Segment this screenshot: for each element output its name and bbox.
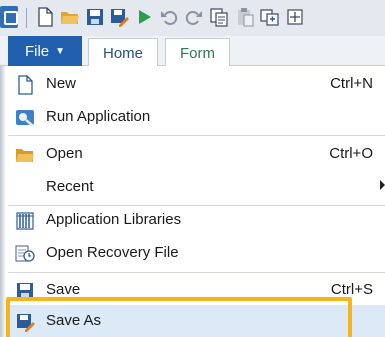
menu-item-open-recovery-file[interactable]: Open Recovery File [8, 237, 385, 269]
more-icon [287, 9, 303, 25]
app-icon[interactable] [0, 6, 18, 28]
document-icon [38, 7, 53, 27]
copy-icon [210, 8, 228, 27]
menu-item-application-libraries[interactable]: Application Libraries [8, 204, 385, 236]
undo-icon [161, 11, 178, 25]
menu-item-new[interactable]: New Ctrl+N [8, 68, 385, 100]
folder-open-icon [14, 144, 36, 166]
libraries-icon [14, 210, 36, 232]
menu-item-run-application[interactable]: Run Application [8, 101, 385, 133]
redo-button[interactable] [183, 6, 205, 28]
run-button[interactable] [133, 6, 155, 28]
redo-icon [185, 11, 202, 25]
new-document-icon [14, 74, 36, 96]
menu-separator [8, 135, 385, 136]
menu-item-recent[interactable]: Recent [8, 171, 385, 203]
new-document-button[interactable] [34, 6, 56, 28]
run-application-icon [14, 107, 36, 129]
undo-button[interactable] [158, 6, 180, 28]
file-tab[interactable]: File ▼ [8, 36, 82, 66]
menu-item-label: Run Application [46, 108, 151, 125]
save-as-icon [14, 311, 36, 333]
file-tab-label: File [24, 42, 50, 60]
menu-separator [8, 272, 385, 273]
menu-item-shortcut: Ctrl+N [330, 75, 373, 92]
toolbar-separator [26, 8, 27, 28]
save-button[interactable] [84, 6, 106, 28]
copy-button[interactable] [208, 6, 230, 28]
menu-item-save[interactable]: Save Ctrl+S [8, 274, 385, 306]
tab-form[interactable]: Form [165, 38, 230, 67]
duplicate-button[interactable] [259, 6, 281, 28]
menu-item-label: Save As [46, 312, 102, 329]
save-icon [14, 280, 36, 302]
menu-item-save-as[interactable]: Save As [8, 305, 385, 337]
save-as-icon [111, 9, 129, 27]
menu-item-open[interactable]: Open Ctrl+O [8, 138, 385, 170]
duplicate-icon [260, 9, 279, 26]
recovery-file-icon [14, 243, 36, 265]
folder-icon [61, 12, 79, 24]
menu-item-label: Application Libraries [46, 211, 182, 228]
chevron-down-icon: ▼ [55, 45, 66, 57]
save-as-button[interactable] [108, 6, 130, 28]
more-button[interactable] [284, 6, 306, 28]
menu-item-shortcut: Ctrl+S [330, 281, 373, 298]
menu-item-label: New [46, 75, 77, 92]
menu-item-label: Save [46, 281, 81, 298]
open-button[interactable] [59, 6, 81, 28]
play-icon [139, 10, 151, 24]
menu-item-label: Open [46, 145, 83, 162]
quick-access-toolbar [0, 0, 385, 36]
menu-item-shortcut: Ctrl+O [329, 145, 373, 162]
chevron-right-icon [380, 180, 385, 190]
menu-item-label: Open Recovery File [46, 244, 179, 261]
paste-icon [238, 8, 254, 27]
tab-home[interactable]: Home [88, 38, 159, 67]
floppy-icon [87, 9, 103, 25]
paste-button[interactable] [234, 6, 256, 28]
menu-item-label: Recent [46, 178, 94, 195]
ribbon-tab-bar: File ▼ Home Form [0, 36, 385, 67]
menu-shadow [0, 66, 6, 337]
